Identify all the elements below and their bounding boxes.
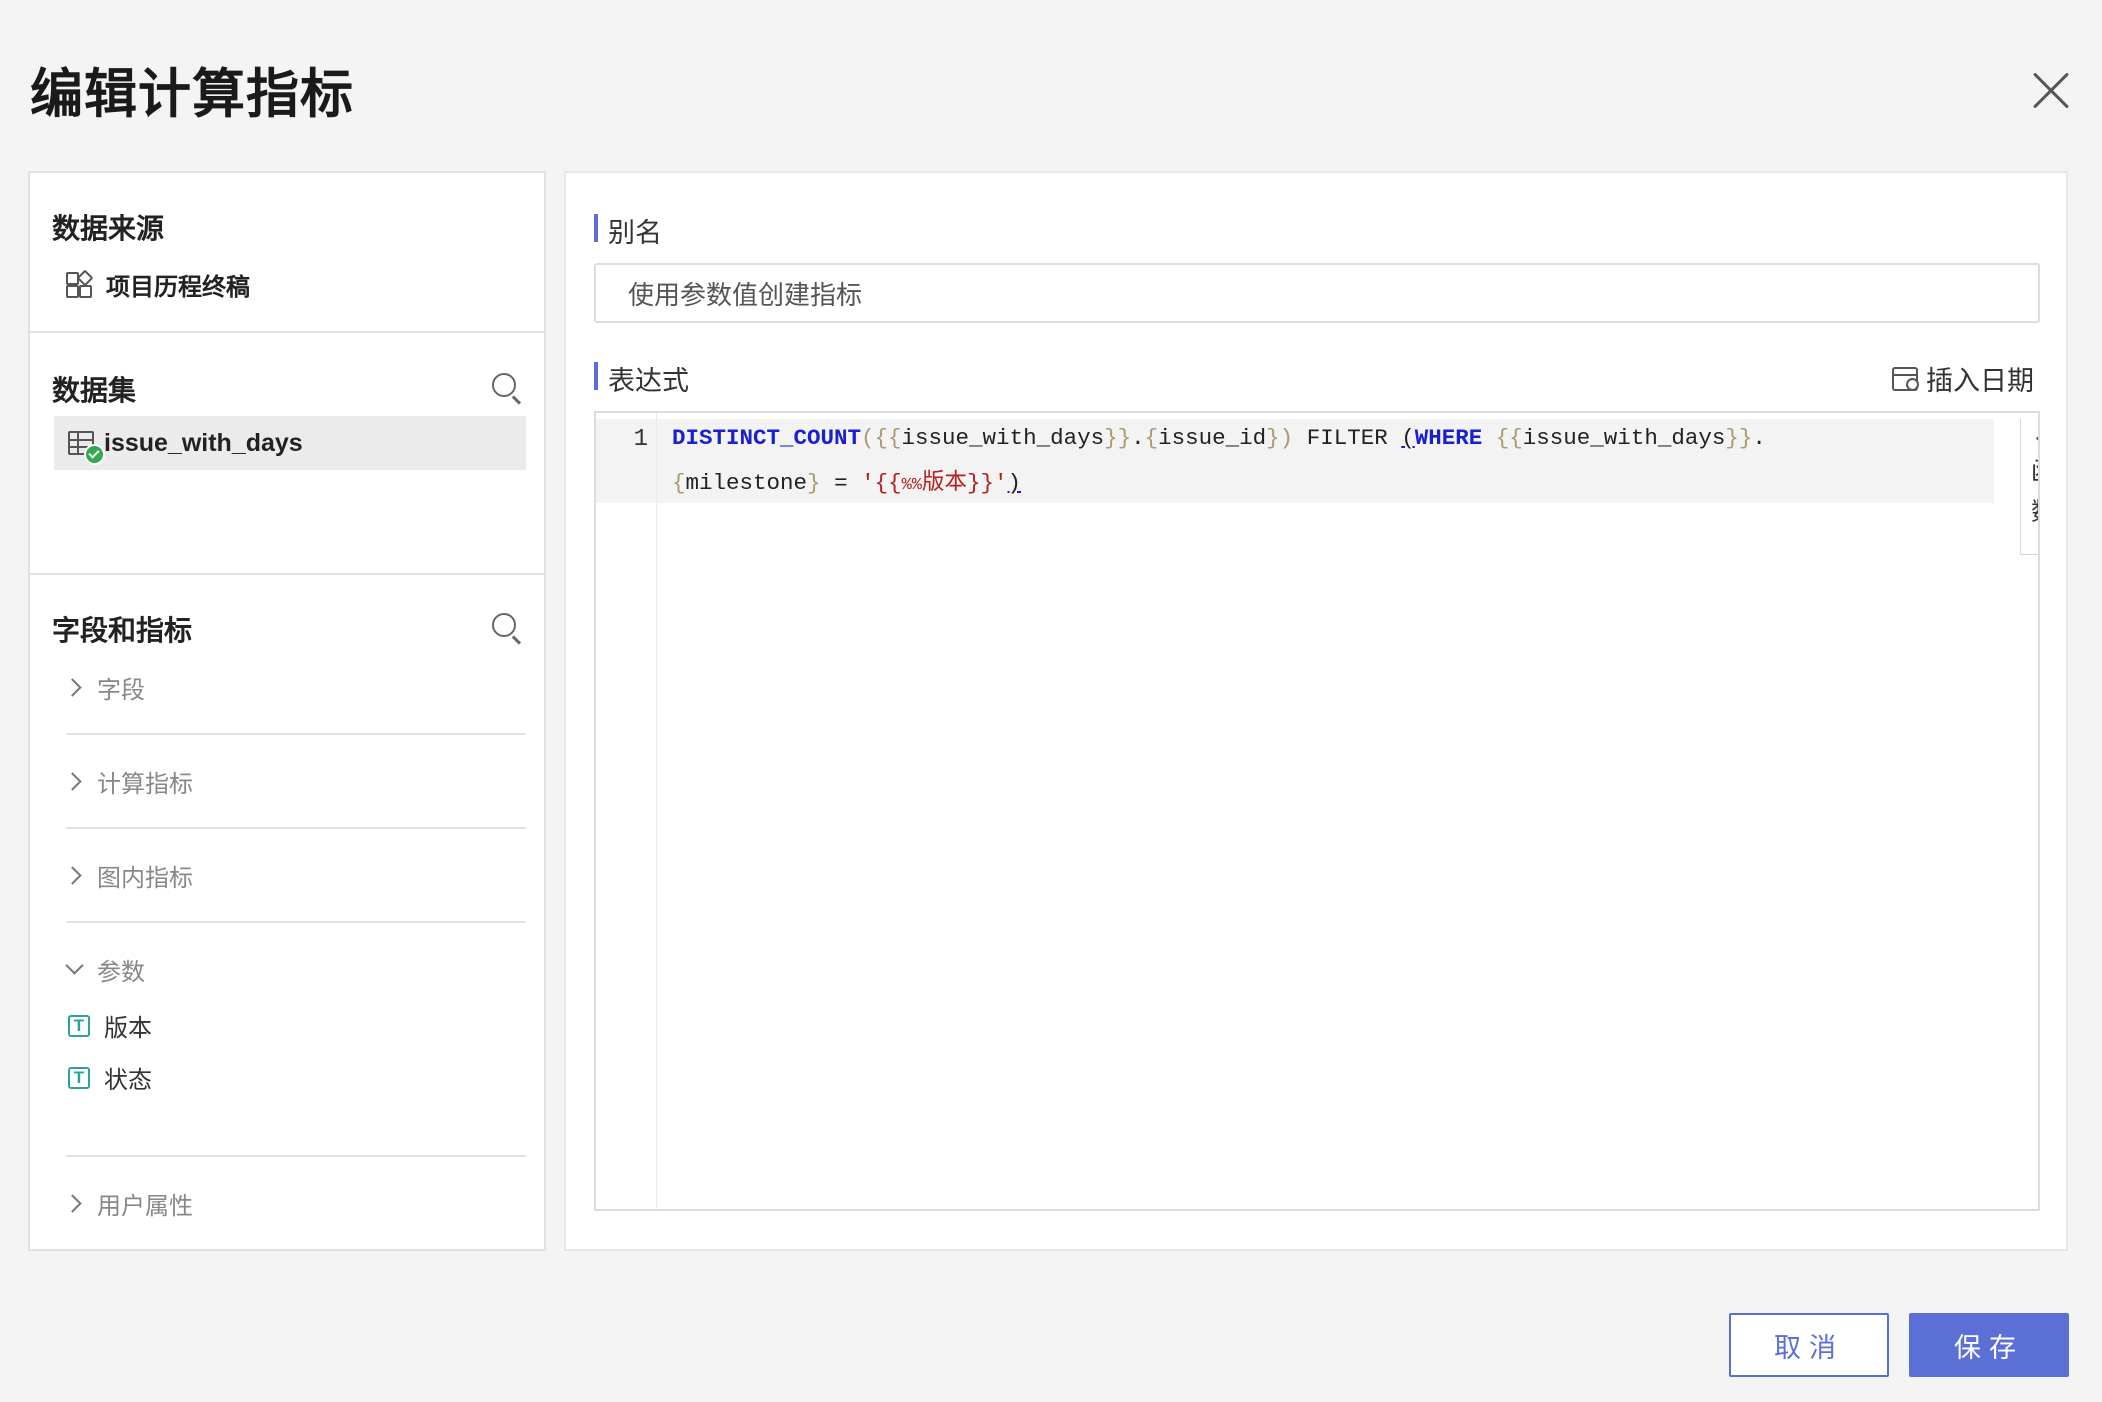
- save-button[interactable]: 保存: [1909, 1313, 2069, 1377]
- tree-item-calculated-metrics[interactable]: 计算指标: [63, 764, 193, 799]
- fields-title: 字段和指标: [52, 615, 193, 646]
- dialog-title: 编辑计算指标: [30, 65, 354, 124]
- tree-item-label: 字段: [97, 677, 145, 704]
- data-source-item[interactable]: 项目历程终稿: [66, 267, 250, 302]
- tree-item-label: 参数: [97, 959, 145, 986]
- functions-panel-toggle[interactable]: 函数: [2020, 419, 2038, 555]
- line-number: 1: [633, 426, 648, 453]
- data-source-label: 项目历程终稿: [106, 274, 250, 301]
- code-line-1-wrap[interactable]: {milestone} = '{{%%版本}}'): [672, 464, 1021, 496]
- divider: [66, 733, 526, 735]
- divider: [66, 1155, 526, 1157]
- line-gutter: 1: [596, 413, 657, 1209]
- insert-date-button[interactable]: 插入日期: [1892, 359, 2034, 398]
- expression-editor[interactable]: 1 DISTINCT_COUNT({{issue_with_days}}.{is…: [594, 411, 2040, 1211]
- tree-item-fields[interactable]: 字段: [63, 670, 145, 705]
- dataset-title: 数据集: [52, 375, 137, 406]
- apps-grid-icon: [66, 269, 94, 298]
- data-source-title: 数据来源: [52, 213, 165, 244]
- dataset-search-icon[interactable]: [492, 373, 516, 397]
- divider: [66, 827, 526, 829]
- chevron-down-icon: [65, 956, 84, 975]
- left-panel: 数据来源 项目历程终稿 数据集 issue_with_days 字段和指标 字段…: [28, 171, 546, 1251]
- alias-label: 别名: [594, 211, 662, 250]
- cancel-button[interactable]: 取消: [1729, 1313, 1889, 1377]
- dataset-item[interactable]: issue_with_days: [54, 416, 526, 470]
- param-label: 版本: [104, 1015, 152, 1042]
- divider: [66, 921, 526, 923]
- divider: [30, 573, 544, 575]
- right-panel: 别名 使用参数值创建指标 表达式 插入日期 1 DISTINCT_COUNT({…: [564, 171, 2068, 1251]
- param-item-version[interactable]: T 版本: [68, 1008, 152, 1043]
- chevron-right-icon: [63, 678, 82, 697]
- tree-item-user-attributes[interactable]: 用户属性: [63, 1186, 193, 1221]
- functions-tab-label: 函数: [2031, 452, 2038, 532]
- check-badge-icon: [84, 444, 105, 465]
- tree-item-chart-metrics[interactable]: 图内指标: [63, 858, 193, 893]
- alias-input[interactable]: 使用参数值创建指标: [594, 263, 2040, 323]
- chevron-right-icon: [63, 866, 82, 885]
- chevron-right-icon: [63, 1194, 82, 1213]
- chevron-left-icon: [2035, 427, 2038, 450]
- divider: [30, 331, 544, 333]
- dataset-label: issue_with_days: [104, 428, 303, 457]
- tree-item-label: 计算指标: [97, 771, 193, 798]
- code-line-1[interactable]: DISTINCT_COUNT({{issue_with_days}}.{issu…: [672, 425, 1766, 451]
- close-icon[interactable]: [2030, 70, 2072, 112]
- calendar-clock-icon: [1892, 366, 1919, 391]
- tree-item-label: 图内指标: [97, 865, 193, 892]
- text-type-icon: T: [68, 1066, 90, 1089]
- insert-date-label: 插入日期: [1926, 366, 2034, 396]
- text-type-icon: T: [68, 1014, 90, 1037]
- tree-item-parameters[interactable]: 参数: [64, 952, 145, 987]
- expression-label: 表达式: [594, 359, 689, 398]
- chevron-right-icon: [63, 772, 82, 791]
- fields-search-icon[interactable]: [492, 613, 516, 637]
- table-icon: [68, 431, 105, 465]
- param-item-status[interactable]: T 状态: [68, 1060, 152, 1095]
- tree-item-label: 用户属性: [97, 1193, 193, 1220]
- param-label: 状态: [104, 1067, 152, 1094]
